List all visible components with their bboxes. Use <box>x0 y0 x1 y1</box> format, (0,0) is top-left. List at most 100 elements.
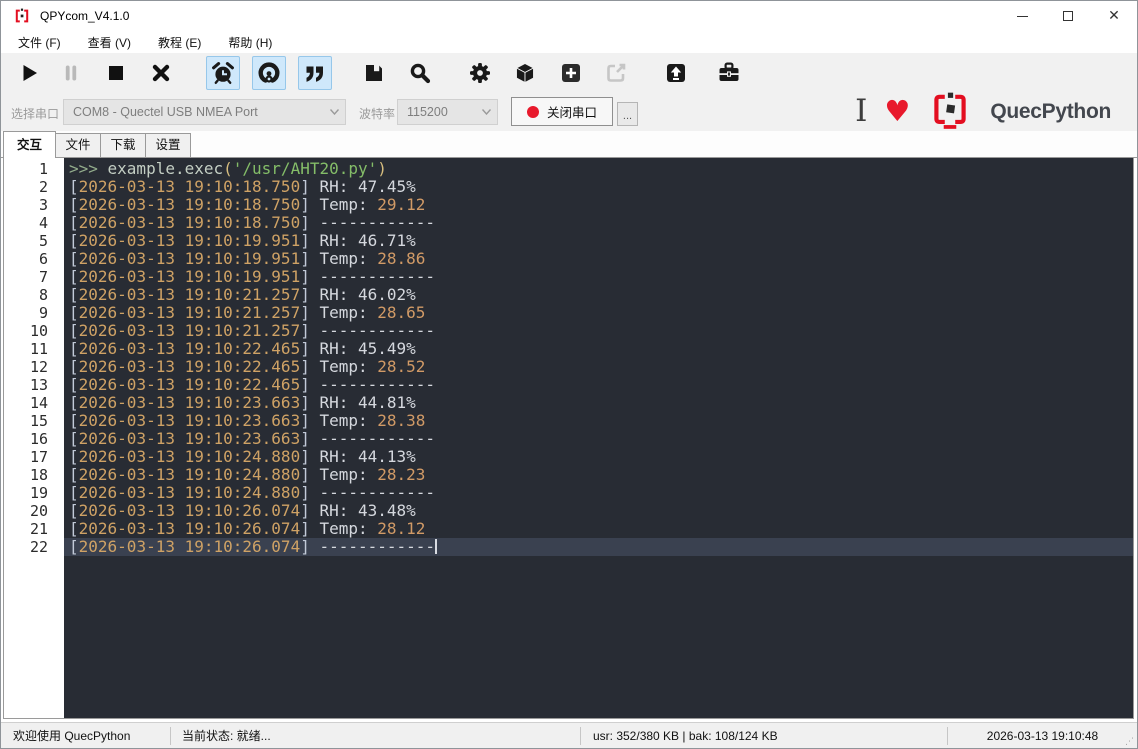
search-button[interactable] <box>403 56 437 90</box>
console-log-line: [2026-03-13 19:10:19.951] RH: 46.71% <box>69 231 416 250</box>
line-number: 13 <box>29 376 48 394</box>
alarm-clock-icon <box>211 61 235 85</box>
port-select-value: COM8 - Quectel USB NMEA Port <box>73 105 258 119</box>
quotes-icon <box>303 61 327 85</box>
menu-bar: 文件 (F) 查看 (V) 教程 (E) 帮助 (H) <box>1 31 1137 53</box>
close-button[interactable]: ✕ <box>1091 1 1137 31</box>
baud-rate-select[interactable]: 115200 <box>397 99 498 125</box>
console-log-line: [2026-03-13 19:10:23.663] ------------ <box>69 429 436 448</box>
close-port-button[interactable]: 关闭串口 <box>511 97 613 126</box>
upload-icon <box>664 61 688 85</box>
run-button[interactable] <box>12 56 46 90</box>
tab-0[interactable]: 交互 <box>3 131 56 158</box>
chevron-down-icon <box>482 109 491 115</box>
toolbox-button[interactable] <box>712 56 746 90</box>
upload-button[interactable] <box>659 56 693 90</box>
plus-square-icon <box>559 61 583 85</box>
app-logo-icon <box>15 8 29 23</box>
status-welcome: 欢迎使用 QuecPython <box>1 726 171 745</box>
console-log-line: [2026-03-13 19:10:21.257] RH: 46.02% <box>69 285 416 304</box>
terminal-output[interactable]: >>> example.exec('/usr/AHT20.py') [2026-0… <box>64 158 1133 718</box>
magnifier-icon <box>408 61 432 85</box>
console-log-line: [2026-03-13 19:10:18.750] ------------ <box>69 213 436 232</box>
menu-item-3[interactable]: 帮助 (H) <box>219 32 281 53</box>
port-more-button[interactable]: ... <box>617 102 638 126</box>
line-number: 2 <box>38 178 48 196</box>
quote-mode-button[interactable] <box>298 56 332 90</box>
line-number: 7 <box>38 268 48 286</box>
baud-rate-value: 115200 <box>407 105 448 119</box>
console-log-line: [2026-03-13 19:10:26.074] RH: 43.48% <box>69 501 416 520</box>
line-number: 3 <box>38 196 48 214</box>
console-log-line: [2026-03-13 19:10:18.750] Temp: 29.12 <box>69 195 426 214</box>
port-bar: 选择串口 COM8 - Quectel USB NMEA Port 波特率 11… <box>1 93 1137 131</box>
pause-button[interactable] <box>54 56 88 90</box>
console-log-line: [2026-03-13 19:10:24.880] ------------ <box>69 483 436 502</box>
line-number: 22 <box>29 538 48 556</box>
status-state: 当前状态: 就绪... <box>171 726 581 745</box>
tab-2[interactable]: 下载 <box>100 133 146 157</box>
console-log-line: [2026-03-13 19:10:18.750] RH: 47.45% <box>69 177 416 196</box>
x-icon <box>149 61 173 85</box>
line-number: 4 <box>38 214 48 232</box>
brand-name: QuecPython <box>990 100 1111 123</box>
tab-bar: 交互 文件 下载 设置 <box>1 131 1137 158</box>
quecpython-logo-icon <box>934 92 966 129</box>
console-log-line: [2026-03-13 19:10:22.465] ------------ <box>69 375 436 394</box>
add-button[interactable] <box>554 56 588 90</box>
close-port-label: 关闭串口 <box>546 106 597 120</box>
console-log-line: [2026-03-13 19:10:19.951] Temp: 28.86 <box>69 249 426 268</box>
stop-icon <box>104 61 128 85</box>
text-cursor <box>435 539 438 554</box>
line-number: 11 <box>29 340 48 358</box>
console-log-line: [2026-03-13 19:10:23.663] Temp: 28.38 <box>69 411 426 430</box>
line-number: 20 <box>29 502 48 520</box>
line-number-gutter: 1 2 3 4 5 6 7 8 9 10 11 12 13 14 15 16 17 18 19 20 21 22 <box>4 158 64 718</box>
raw-mode-button[interactable] <box>252 56 286 90</box>
line-number: 18 <box>29 466 48 484</box>
save-log-button[interactable] <box>357 56 391 90</box>
tab-1[interactable]: 文件 <box>55 133 101 157</box>
export-button[interactable] <box>599 56 633 90</box>
menu-item-2[interactable]: 教程 (E) <box>149 32 210 53</box>
stop-button[interactable] <box>99 56 133 90</box>
interactive-console: 1 2 3 4 5 6 7 8 9 10 11 12 13 14 15 16 17 18 19 20 21 22 >>> … <box>3 158 1134 719</box>
baud-rate-label: 波特率 <box>359 107 396 121</box>
console-log-line: [2026-03-13 19:10:26.074] ------------ <box>64 538 1133 556</box>
kill-button[interactable] <box>144 56 178 90</box>
port-more-label: ... <box>622 110 633 122</box>
line-number: 1 <box>38 160 48 178</box>
floppy-icon <box>362 61 386 85</box>
console-log-line: [2026-03-13 19:10:26.074] Temp: 28.12 <box>69 519 426 538</box>
console-log-line: [2026-03-13 19:10:24.880] Temp: 28.23 <box>69 465 426 484</box>
port-select-label: 选择串口 <box>11 107 60 121</box>
chevron-down-icon <box>330 109 339 115</box>
line-number: 5 <box>38 232 48 250</box>
console-log-line: [2026-03-13 19:10:19.951] ------------ <box>69 267 436 286</box>
firmware-button[interactable] <box>508 56 542 90</box>
gear-icon <box>468 61 492 85</box>
line-number: 14 <box>29 394 48 412</box>
menu-item-1[interactable]: 查看 (V) <box>79 32 140 53</box>
resize-grip[interactable]: ⋰ <box>1125 736 1135 746</box>
window-title: QPYcom_V4.1.0 <box>40 9 130 23</box>
pause-icon <box>59 61 83 85</box>
status-datetime: 2026-03-13 19:10:48 <box>986 728 1099 743</box>
heart-icon: ♥ <box>884 93 911 128</box>
brand-area: I ♥ QuecPython <box>855 93 1111 131</box>
line-number: 12 <box>29 358 48 376</box>
port-select[interactable]: COM8 - Quectel USB NMEA Port <box>63 99 346 125</box>
menu-item-0[interactable]: 文件 (F) <box>9 32 70 53</box>
toolbar <box>1 53 1137 93</box>
minimize-button[interactable] <box>999 1 1045 31</box>
line-number: 19 <box>29 484 48 502</box>
settings-button[interactable] <box>463 56 497 90</box>
status-storage: usr: 352/380 KB | bak: 108/124 KB <box>581 726 948 745</box>
timestamp-button[interactable] <box>206 56 240 90</box>
maximize-button[interactable] <box>1045 1 1091 31</box>
app-window: QPYcom_V4.1.0 ✕ 文件 (F) 查看 (V) 教程 (E) 帮助 (H)… <box>0 0 1138 749</box>
line-number: 17 <box>29 448 48 466</box>
tab-3[interactable]: 设置 <box>145 133 191 157</box>
toolbox-icon <box>717 61 741 85</box>
line-number: 10 <box>29 322 48 340</box>
